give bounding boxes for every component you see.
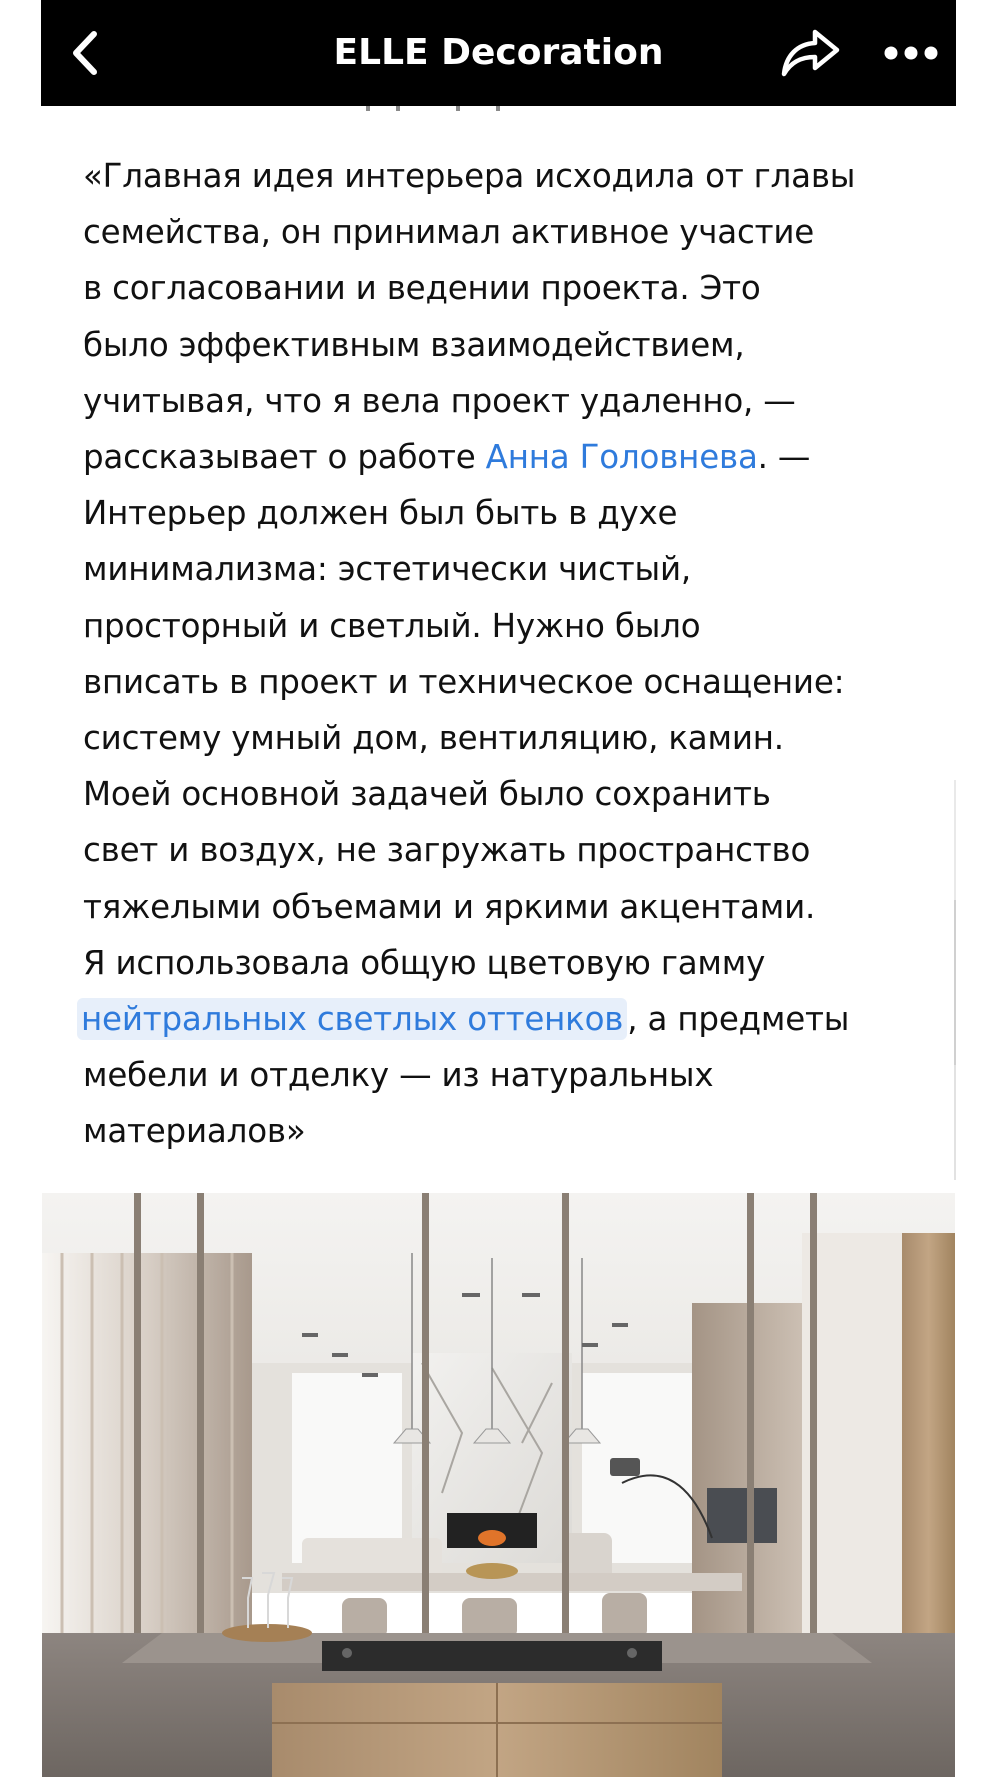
more-options-button[interactable]: [871, 18, 951, 88]
quote-text-part2: . — Интерьер должен был быть в духе мини…: [83, 438, 845, 982]
edge-divider: [954, 1065, 956, 1180]
palette-link[interactable]: нейтральных светлых оттенков: [77, 998, 628, 1041]
share-arrow-icon: [781, 29, 840, 77]
navigation-bar: ELLE Decoration: [41, 0, 956, 106]
more-dots-icon: [884, 46, 938, 60]
interior-photo[interactable]: [42, 1193, 955, 1777]
chevron-left-icon: [73, 31, 97, 75]
article-screen: ELLE Decoration «Главная идея интерьера …: [0, 0, 1000, 1777]
interior-photo-illustration: [42, 1193, 955, 1777]
edge-divider: [954, 900, 956, 1065]
designer-link[interactable]: Анна Головнева: [486, 438, 758, 476]
quote-text-part1: «Главная идея интерьера исходила от глав…: [83, 157, 856, 477]
edge-divider: [954, 780, 956, 900]
share-button[interactable]: [761, 18, 861, 88]
back-button[interactable]: [51, 18, 121, 88]
article-quote: «Главная идея интерьера исходила от глав…: [77, 148, 953, 1160]
scrolled-text-remnant: [41, 106, 956, 112]
